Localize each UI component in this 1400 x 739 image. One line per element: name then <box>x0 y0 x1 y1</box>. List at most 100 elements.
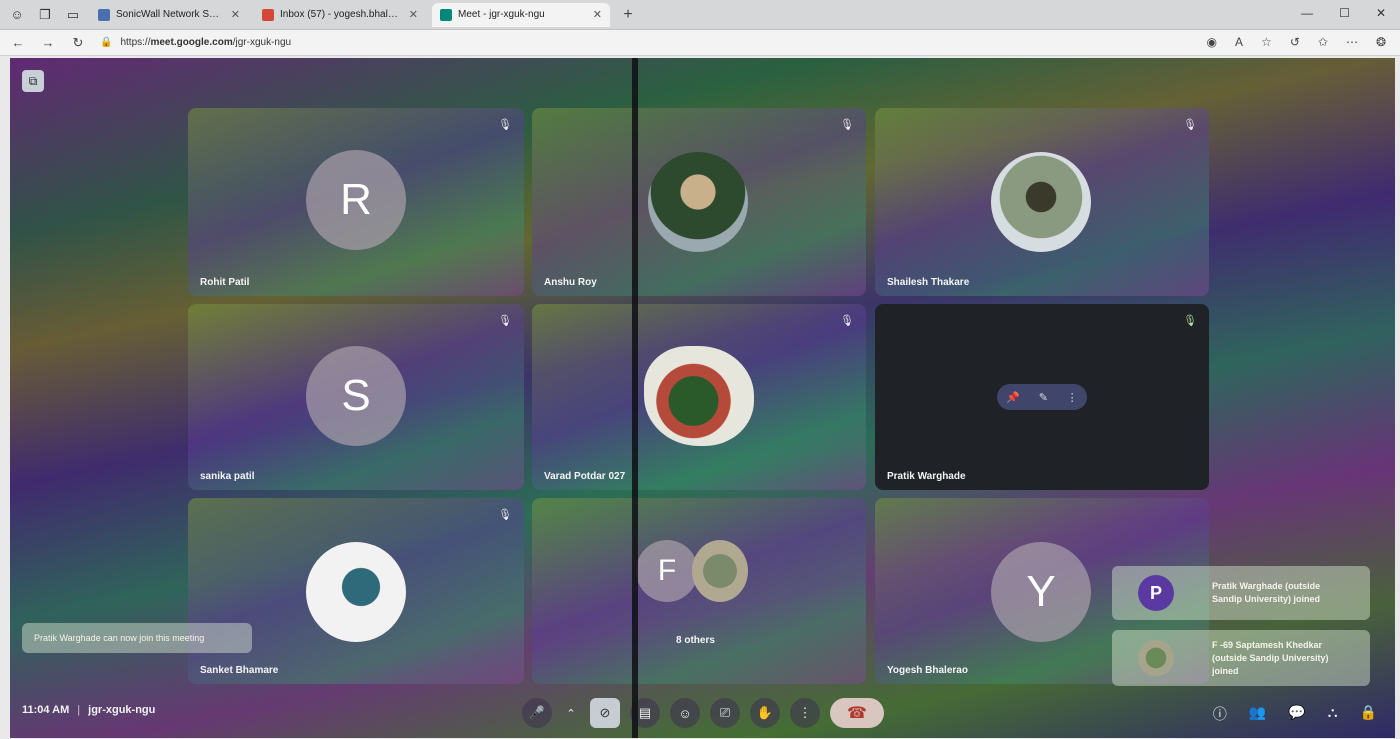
participant-tile[interactable]: 🎙 📌 ✎ ⋮ Pratik Warghade <box>875 304 1209 490</box>
refresh-extension-icon[interactable]: ↺ <box>1290 35 1300 49</box>
mic-button[interactable]: 🎤 <box>522 698 552 728</box>
participant-tile[interactable]: 🎙 Anshu Roy <box>532 108 866 296</box>
avatar <box>644 346 754 446</box>
avatar: R <box>306 150 406 250</box>
new-tab-icon[interactable]: + <box>618 6 638 24</box>
avatar <box>306 542 406 642</box>
host-controls-icon[interactable]: 🔒 <box>1360 704 1377 724</box>
close-tab-icon[interactable]: ✕ <box>409 8 418 21</box>
address-bar-row: ← → ↻ 🔒 https:// meet.google.com /jgr-xg… <box>0 30 1400 56</box>
chat-icon[interactable]: 💬 <box>1288 704 1305 724</box>
favorite-star-icon[interactable]: ☆ <box>1261 35 1272 49</box>
can-join-notification: Pratik Warghade can now join this meetin… <box>22 623 252 653</box>
participant-name: Varad Potdar 027 <box>544 471 626 482</box>
more-options-icon[interactable]: ⋮ <box>1067 391 1078 404</box>
participant-tile[interactable]: 🎙 R Rohit Patil <box>188 108 524 296</box>
avatar: P <box>1138 575 1174 611</box>
tab-sonicwall[interactable]: SonicWall Network Security Login ✕ <box>90 3 248 27</box>
pin-icon[interactable]: 📌 <box>1006 391 1020 404</box>
participant-tile-others[interactable]: F 8 others <box>532 498 866 684</box>
mic-icon: 🎙 <box>1183 315 1197 327</box>
mic-icon: 🎤 <box>528 705 546 720</box>
reactions-button[interactable]: ☺ <box>670 698 700 728</box>
maximize-icon[interactable]: ☐ <box>1339 6 1350 20</box>
close-window-icon[interactable]: ✕ <box>1376 6 1386 20</box>
avatar: S <box>306 346 406 446</box>
notification-line: (outside Sandip University) <box>1212 652 1329 663</box>
avatar: Y <box>991 542 1091 642</box>
reload-icon[interactable]: ↻ <box>66 35 90 51</box>
side-panel-controls: ⓘ 👥 💬 ⛬ 🔒 <box>1213 704 1377 724</box>
call-controls: 🎤 ⌃ ⊘ ▤ ☺ ⎚ ✋ ⋮ ☎ <box>522 698 884 728</box>
notification-line: F -69 Saptamesh Khedkar <box>1212 639 1323 650</box>
participant-tile[interactable]: 🎙 Varad Potdar 027 <box>532 304 866 490</box>
tab-actions-icon[interactable]: ▭ <box>62 4 84 26</box>
avatar <box>1138 640 1174 676</box>
avatar <box>648 152 748 252</box>
participant-name: Rohit Patil <box>200 277 250 288</box>
more-menu-icon[interactable]: ⋯ <box>1346 35 1358 49</box>
muted-mic-icon: 🎙 <box>1183 119 1197 131</box>
camera-options-chevron[interactable]: ⌃ <box>562 698 580 728</box>
participant-name: 8 others <box>676 635 715 646</box>
window-controls: — ☐ ✕ <box>1301 6 1386 20</box>
chevron-up-icon: ⌃ <box>566 707 576 720</box>
participant-name: Shailesh Thakare <box>887 277 970 288</box>
url-field[interactable]: 🔒 https:// meet.google.com /jgr-xguk-ngu <box>100 33 1140 53</box>
participant-tile[interactable]: 🎙 Sanket Bhamare <box>188 498 524 684</box>
notification-line: joined <box>1212 665 1239 676</box>
people-icon[interactable]: 👥 <box>1249 704 1266 724</box>
present-button[interactable]: ⎚ <box>710 698 740 728</box>
sonicwall-favicon <box>98 8 110 21</box>
emoji-icon: ☺ <box>678 705 692 721</box>
tab-label: SonicWall Network Security Login <box>116 9 223 20</box>
hand-icon: ✋ <box>756 705 774 720</box>
muted-mic-icon: 🎙 <box>840 315 854 327</box>
meeting-info-icon[interactable]: ⓘ <box>1213 704 1227 724</box>
participant-tile[interactable]: 🎙 S sanika patil <box>188 304 524 490</box>
lock-icon[interactable]: 🔒 <box>100 37 112 48</box>
participant-tile[interactable]: 🎙 Shailesh Thakare <box>875 108 1209 296</box>
picture-in-picture-icon[interactable]: ⧉ <box>22 70 44 92</box>
copilot-icon[interactable]: ❂ <box>1376 35 1386 49</box>
forward-icon[interactable]: → <box>36 35 60 50</box>
camera-off-button[interactable]: ⊘ <box>590 698 620 728</box>
more-options-button[interactable]: ⋮ <box>790 698 820 728</box>
join-notification: F -69 Saptamesh Khedkar (outside Sandip … <box>1112 630 1370 686</box>
raise-hand-button[interactable]: ✋ <box>750 698 780 728</box>
join-notification-text: Pratik Warghade (outside Sandip Universi… <box>1212 580 1320 606</box>
mute-participant-icon[interactable]: ✎ <box>1039 391 1048 404</box>
url-prefix: https:// <box>120 37 151 48</box>
participant-name: Yogesh Bhalerao <box>887 665 968 676</box>
close-tab-icon[interactable]: ✕ <box>231 8 240 21</box>
participant-name: Pratik Warghade <box>887 471 966 482</box>
meet-favicon <box>440 8 452 21</box>
minimize-icon[interactable]: — <box>1301 6 1313 20</box>
scan-seam <box>632 58 638 738</box>
profile-icon[interactable]: ☺ <box>6 4 28 26</box>
back-icon[interactable]: ← <box>6 35 30 50</box>
read-aloud-icon[interactable]: A <box>1235 35 1243 49</box>
notification-line: Pratik Warghade (outside <box>1212 581 1321 591</box>
tab-inbox[interactable]: Inbox (57) - yogesh.bhalerao@s ✕ <box>254 3 426 27</box>
activities-icon[interactable]: ⛬ <box>1328 704 1338 724</box>
avatar: F <box>636 540 698 602</box>
tab-label: Inbox (57) - yogesh.bhalerao@s <box>280 9 401 20</box>
url-path: /jgr-xguk-ngu <box>232 37 292 48</box>
tab-label: Meet - jgr-xguk-ngu <box>458 9 545 20</box>
divider: | <box>77 704 81 716</box>
avatar <box>991 152 1091 252</box>
join-notification-text: F -69 Saptamesh Khedkar (outside Sandip … <box>1212 639 1329 678</box>
leave-call-button[interactable]: ☎ <box>830 698 884 728</box>
tab-meet[interactable]: Meet - jgr-xguk-ngu ✕ <box>432 2 610 27</box>
muted-mic-icon: 🎙 <box>840 119 854 131</box>
close-tab-icon[interactable]: ✕ <box>593 8 602 21</box>
participant-name: sanika patil <box>200 471 255 482</box>
tile-hover-controls: 📌 ✎ ⋮ <box>997 384 1087 410</box>
favorites-icon[interactable]: ✩ <box>1318 35 1328 49</box>
camera-off-icon: ⊘ <box>599 705 611 720</box>
hang-up-icon: ☎ <box>847 705 867 722</box>
camera-permission-icon[interactable]: ◉ <box>1207 35 1217 49</box>
meeting-details: 11:04 AM | jgr-xguk-ngu <box>22 704 155 716</box>
workspaces-icon[interactable]: ❐ <box>34 4 56 26</box>
